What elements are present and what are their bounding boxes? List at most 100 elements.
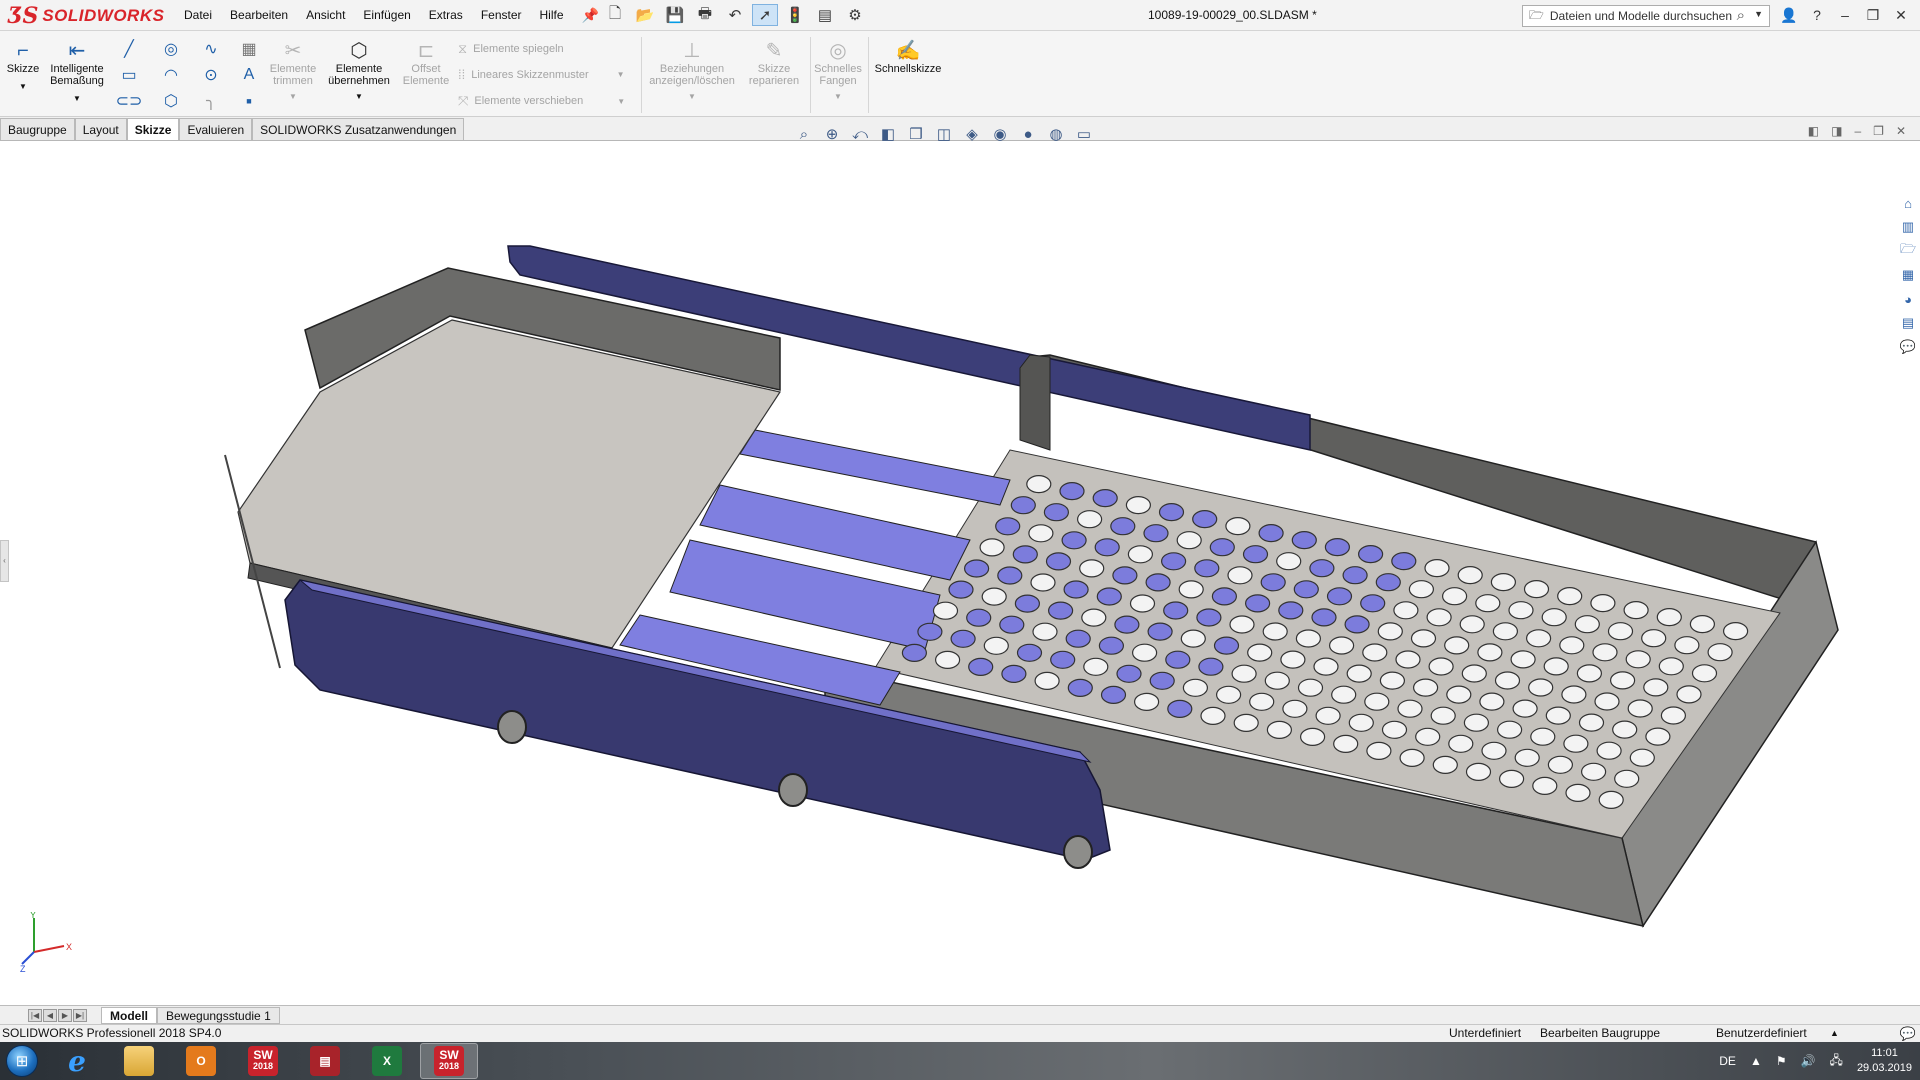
view-settings-icon[interactable]: ▭ — [1074, 125, 1094, 143]
prev-tab-icon[interactable]: ◀ — [43, 1008, 57, 1022]
taskbar-internet-explorer[interactable]: e — [48, 1043, 106, 1079]
menu-bearbeiten[interactable]: Bearbeiten — [221, 0, 297, 31]
convert-entities-button[interactable]: ⬡ Elemente übernehmen ▼ — [324, 39, 394, 103]
fillet-icon[interactable]: ╮ — [200, 91, 222, 111]
arc-icon[interactable]: ◠ — [160, 65, 182, 85]
search-dropdown-icon[interactable]: ▼ — [1754, 9, 1763, 19]
last-tab-icon[interactable]: ▶| — [73, 1008, 87, 1022]
status-message-icon[interactable]: 💬 — [1900, 1025, 1916, 1042]
custom-properties-icon[interactable]: ▤ — [1898, 313, 1918, 333]
restore-icon[interactable]: ❐ — [1860, 3, 1886, 27]
select-pointer-icon[interactable]: ➚ — [752, 4, 778, 26]
view-palette-icon[interactable]: ▦ — [1898, 265, 1918, 285]
move-entities-button[interactable]: ⤧ Elemente verschieben ▼ — [458, 93, 625, 109]
new-document-icon[interactable]: 🗋 — [602, 4, 628, 26]
skizze-button[interactable]: ⌐ Skizze ▼ — [7, 39, 39, 93]
search-box[interactable]: 🗁 Dateien und Modelle durchsuchen ⌕ ▼ — [1522, 5, 1770, 27]
taskbar-acrobat[interactable]: ▤ — [296, 1043, 354, 1079]
file-properties-icon[interactable]: ▤ — [812, 4, 838, 26]
first-tab-icon[interactable]: |◀ — [28, 1008, 42, 1022]
tab-bewegungsstudie[interactable]: Bewegungsstudie 1 — [157, 1006, 280, 1024]
chevron-down-icon[interactable]: ▼ — [289, 91, 297, 103]
chevron-down-icon[interactable]: ▼ — [688, 91, 696, 103]
save-icon[interactable]: 💾 — [662, 4, 688, 26]
language-indicator[interactable]: DE — [1719, 1054, 1736, 1068]
close-icon[interactable]: ✕ — [1888, 3, 1914, 27]
viewport-next-icon[interactable]: ◨ — [1831, 124, 1842, 138]
design-library-icon[interactable]: ▥ — [1898, 217, 1918, 237]
viewport-minimize-icon[interactable]: – — [1854, 124, 1861, 138]
viewport-restore-icon[interactable]: ❐ — [1873, 124, 1884, 138]
units-caret-icon[interactable]: ▲ — [1830, 1025, 1839, 1042]
rectangle-icon[interactable]: ▭ — [118, 65, 140, 85]
undo-icon[interactable]: ↶ — [722, 4, 748, 26]
offset-entities-button[interactable]: ⊏ Offset Elemente — [400, 39, 452, 87]
chevron-down-icon[interactable]: ▼ — [617, 97, 625, 106]
user-icon[interactable]: 👤 — [1776, 3, 1802, 27]
search-icon[interactable]: ⌕ — [1737, 7, 1745, 24]
display-style-icon[interactable]: ◈ — [962, 125, 982, 143]
zoom-area-icon[interactable]: ⊕ — [822, 125, 842, 143]
options-gear-icon[interactable]: ⚙ — [842, 4, 868, 26]
point-icon[interactable]: ■ — [238, 91, 260, 111]
start-button[interactable]: ⊞ — [0, 1042, 44, 1080]
next-tab-icon[interactable]: ▶ — [58, 1008, 72, 1022]
clock[interactable]: 11:01 29.03.2019 — [1857, 1046, 1912, 1076]
taskbar-solidworks-2[interactable]: SW 2018 — [420, 1043, 478, 1079]
apply-scene-icon[interactable]: ◍ — [1046, 125, 1066, 143]
previous-view-icon[interactable]: ⤺ — [850, 126, 870, 143]
chevron-down-icon[interactable]: ▼ — [19, 81, 27, 93]
taskbar-explorer[interactable] — [110, 1043, 168, 1079]
circle-icon[interactable]: ◎ — [160, 39, 182, 59]
taskbar-solidworks-1[interactable]: SW 2018 — [234, 1043, 292, 1079]
chevron-down-icon[interactable]: ▼ — [834, 91, 842, 103]
help-icon[interactable]: ? — [1804, 3, 1830, 27]
edit-appearance-icon[interactable]: ● — [1018, 126, 1038, 143]
mirror-entities-button[interactable]: ⧖ Elemente spiegeln — [458, 41, 564, 57]
menu-datei[interactable]: Datei — [175, 0, 221, 31]
chevron-down-icon[interactable]: ▼ — [617, 70, 625, 79]
line-icon[interactable]: ╱ — [118, 39, 140, 59]
assembly-model-viewport[interactable] — [0, 118, 1920, 1006]
appearances-icon[interactable]: ◕ — [1898, 289, 1918, 309]
network-icon[interactable]: 🖧 — [1830, 1051, 1843, 1072]
display-relations-button[interactable]: ⊥ Beziehungen anzeigen/löschen ▼ — [646, 39, 738, 103]
polygon-icon[interactable]: ⊙ — [200, 65, 222, 85]
tray-expand-icon[interactable]: ▲ — [1750, 1054, 1762, 1068]
file-explorer-icon[interactable]: 🗁 — [1898, 241, 1918, 261]
grid-icon[interactable]: ▦ — [238, 39, 260, 59]
polygon2-icon[interactable]: ⬡ — [160, 91, 182, 111]
minimize-icon[interactable]: – — [1832, 3, 1858, 27]
feature-tree-expand-handle[interactable]: ‹ — [0, 540, 9, 582]
trim-entities-button[interactable]: ✂ Elemente trimmen ▼ — [268, 39, 318, 103]
quick-snaps-button[interactable]: ◎ Schnelles Fangen ▼ — [812, 39, 864, 103]
menu-extras[interactable]: Extras — [420, 0, 472, 31]
taskbar-excel[interactable]: X — [358, 1043, 416, 1079]
viewport-close-icon[interactable]: ✕ — [1896, 124, 1906, 138]
menu-ansicht[interactable]: Ansicht — [297, 0, 354, 31]
viewport-prev-icon[interactable]: ◧ — [1808, 124, 1819, 138]
section-view-icon[interactable]: ◧ — [878, 125, 898, 143]
slot-icon[interactable]: ⊂⊃ — [116, 91, 143, 111]
open-icon[interactable]: 📂 — [632, 4, 658, 26]
chevron-down-icon[interactable]: ▼ — [355, 91, 363, 103]
smart-dimension-button[interactable]: ⇤ Intelligente Bemaßung ▼ — [46, 39, 108, 105]
status-units[interactable]: Benutzerdefiniert — [1716, 1025, 1807, 1042]
solidworks-logo[interactable]: ƷS SOLIDWORKS — [8, 2, 164, 30]
home-icon[interactable]: ⌂ — [1898, 193, 1918, 213]
hide-show-icon[interactable]: ◉ — [990, 125, 1010, 143]
repair-sketch-button[interactable]: ✎ Skizze reparieren — [744, 39, 804, 87]
menu-fenster[interactable]: Fenster — [472, 0, 531, 31]
rapid-sketch-button[interactable]: ✍ Schnellskizze — [872, 39, 944, 75]
view-orientation-icon[interactable]: ◫ — [934, 125, 954, 143]
chevron-down-icon[interactable]: ▼ — [73, 93, 81, 105]
print-icon[interactable]: 🖶 — [692, 4, 718, 26]
linear-pattern-button[interactable]: ⁞⁞ Lineares Skizzenmuster ▼ — [458, 67, 625, 82]
tab-modell[interactable]: Modell — [101, 1006, 157, 1024]
dynamic-annotation-icon[interactable]: ❒ — [906, 125, 926, 143]
rebuild-icon[interactable]: 🚦 — [782, 4, 808, 26]
taskbar-outlook[interactable]: O — [172, 1043, 230, 1079]
zoom-to-fit-icon[interactable]: ⌕ — [794, 126, 814, 143]
action-center-flag-icon[interactable]: ⚑ — [1776, 1054, 1787, 1068]
menu-einfuegen[interactable]: Einfügen — [354, 0, 419, 31]
